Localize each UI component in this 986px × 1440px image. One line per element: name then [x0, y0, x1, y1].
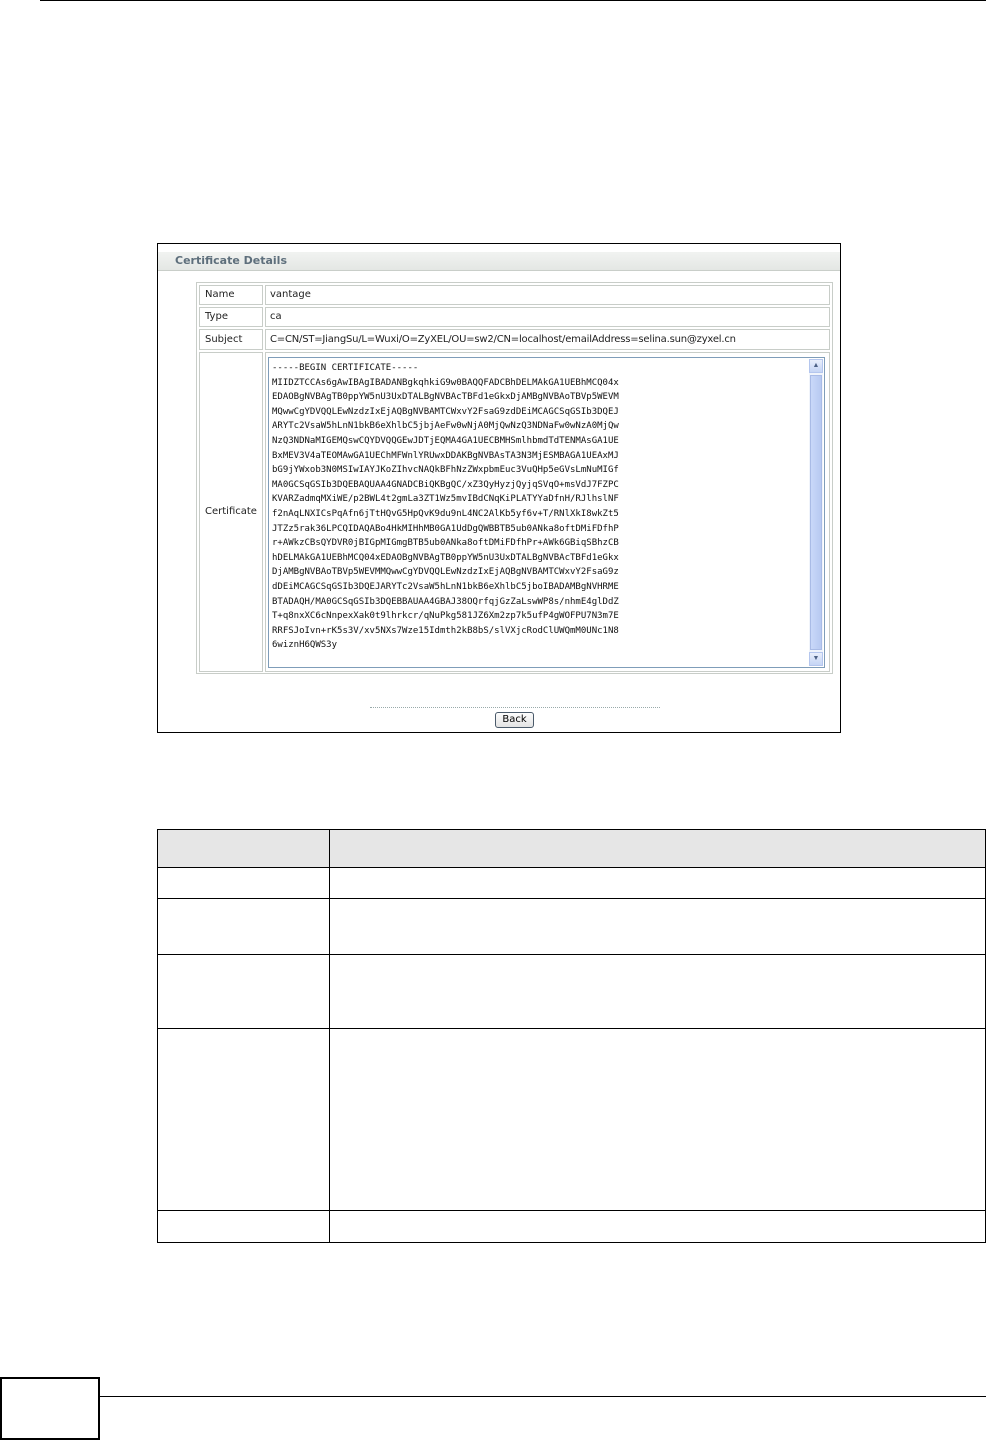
certificate-details-table: Name vantage Type ca Subject C=CN/ST=Jia… — [196, 282, 833, 674]
table-row — [157, 1210, 986, 1243]
back-button[interactable]: Back — [495, 712, 534, 728]
table-header-cell — [157, 829, 330, 868]
table-header-cell — [329, 829, 986, 868]
row-name: Name vantage — [197, 285, 832, 305]
page-number-box — [0, 1377, 100, 1440]
certificate-details-panel: Certificate Details Name vantage Type ca… — [157, 243, 841, 733]
row-type: Type ca — [197, 307, 832, 327]
table-cell — [329, 867, 986, 899]
certificate-scrollbar[interactable]: ▲ ▼ — [809, 359, 823, 666]
table-cell — [329, 898, 986, 955]
name-label: Name — [199, 285, 263, 305]
type-value: ca — [265, 307, 830, 327]
table-row — [157, 954, 986, 1029]
table-header-row — [157, 829, 986, 868]
page-top-rule — [40, 0, 986, 1]
panel-header: Certificate Details — [158, 252, 840, 271]
scroll-down-arrow-icon[interactable]: ▼ — [809, 652, 823, 666]
certificate-text: -----BEGIN CERTIFICATE----- MIIDZTCCAs6g… — [272, 363, 619, 651]
footer-rule — [100, 1396, 986, 1397]
scroll-up-arrow-icon[interactable]: ▲ — [809, 359, 823, 373]
subject-label: Subject — [199, 329, 263, 350]
table-cell — [157, 1210, 330, 1243]
certificate-label: Certificate — [199, 352, 263, 672]
table-cell — [329, 954, 986, 1029]
table-cell — [329, 1028, 986, 1211]
subject-value: C=CN/ST=JiangSu/L=Wuxi/O=ZyXEL/OU=sw2/CN… — [265, 329, 830, 350]
table-row — [157, 898, 986, 955]
type-label: Type — [199, 307, 263, 327]
table-cell — [157, 898, 330, 955]
table-cell — [329, 1210, 986, 1243]
table-cell — [157, 1028, 330, 1211]
description-table — [157, 829, 986, 1243]
table-cell — [157, 954, 330, 1029]
panel-title: Certificate Details — [175, 254, 287, 267]
certificate-textarea[interactable]: -----BEGIN CERTIFICATE----- MIIDZTCCAs6g… — [268, 357, 825, 668]
button-divider — [370, 707, 660, 708]
row-subject: Subject C=CN/ST=JiangSu/L=Wuxi/O=ZyXEL/O… — [197, 329, 832, 350]
table-row — [157, 1028, 986, 1211]
scroll-thumb[interactable] — [810, 375, 822, 650]
name-value: vantage — [265, 285, 830, 305]
table-row — [157, 867, 986, 899]
table-cell — [157, 867, 330, 899]
